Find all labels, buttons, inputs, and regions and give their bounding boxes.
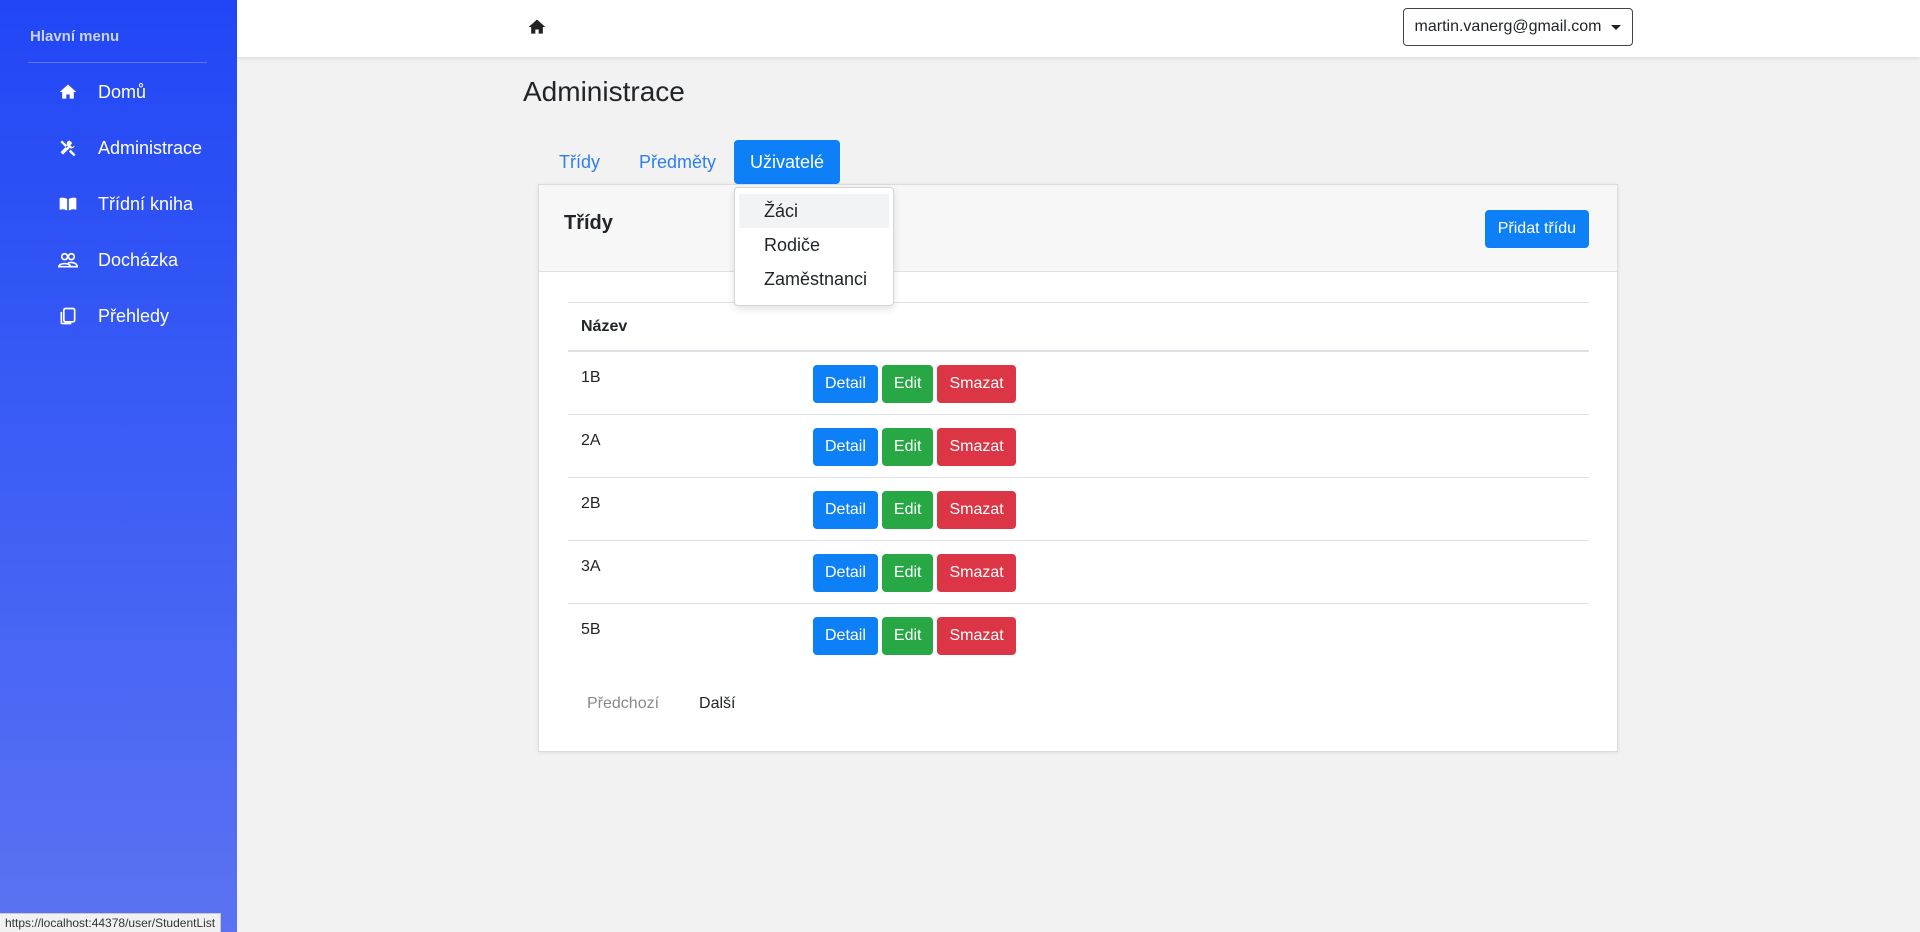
delete-button[interactable]: Smazat	[937, 617, 1016, 655]
edit-button[interactable]: Edit	[881, 428, 934, 466]
class-name: 2B	[581, 495, 601, 512]
edit-button[interactable]: Edit	[881, 617, 934, 655]
detail-button[interactable]: Detail	[813, 554, 878, 592]
column-header-name: Název	[581, 317, 628, 335]
sidebar-item-label: Přehledy	[98, 305, 170, 326]
book-icon	[59, 197, 77, 211]
dropdown-item-zamestnanci[interactable]: Zaměstnanci	[735, 262, 893, 296]
pagination-previous: Předchozí	[587, 695, 660, 712]
card-title: Třídy	[564, 212, 613, 234]
row-actions: Detail Edit Smazat	[813, 554, 1016, 592]
class-name: 1B	[581, 369, 601, 386]
detail-button[interactable]: Detail	[813, 365, 878, 403]
sidebar: Hlavní menu Domů Administrace Třídní kni…	[0, 0, 237, 932]
dropdown-item-zaci[interactable]: Žáci	[739, 194, 889, 228]
detail-button[interactable]: Detail	[813, 428, 878, 466]
sidebar-item-label: Docházka	[98, 249, 179, 270]
top-navbar: martin.vanerg@gmail.com	[237, 0, 1920, 57]
sidebar-item-label: Administrace	[98, 137, 203, 158]
card-header: Třídy Přidat třídu	[539, 185, 1617, 272]
delete-button[interactable]: Smazat	[937, 491, 1016, 529]
sidebar-item-home[interactable]: Domů	[58, 72, 146, 112]
table-row: 3A Detail Edit Smazat	[568, 541, 1589, 604]
detail-button[interactable]: Detail	[813, 617, 878, 655]
table-row: 2B Detail Edit Smazat	[568, 478, 1589, 541]
sidebar-item-administrace[interactable]: Administrace	[58, 128, 202, 168]
row-actions: Detail Edit Smazat	[813, 491, 1016, 529]
sidebar-item-dochazka[interactable]: Docházka	[58, 240, 178, 280]
sidebar-item-prehledy[interactable]: Přehledy	[58, 296, 169, 336]
home-icon	[528, 19, 546, 34]
sidebar-item-tridni-kniha[interactable]: Třídní kniha	[58, 184, 193, 224]
class-name: 3A	[581, 558, 601, 575]
sidebar-title: Hlavní menu	[30, 28, 120, 45]
users-dropdown-menu: Žáci Rodiče Zaměstnanci	[734, 187, 894, 306]
tab-uzivatele[interactable]: Uživatelé	[734, 140, 841, 184]
home-icon	[59, 84, 77, 99]
classes-card: Třídy Přidat třídu Název 1B Detail Edit …	[538, 184, 1618, 752]
sidebar-item-label: Domů	[98, 81, 147, 102]
classes-table: Název 1B Detail Edit Smazat 2A Detail Ed…	[568, 302, 1589, 667]
pagination-next[interactable]: Další	[699, 695, 735, 713]
delete-button[interactable]: Smazat	[937, 554, 1016, 592]
table-row: 2A Detail Edit Smazat	[568, 415, 1589, 478]
class-name: 2A	[581, 432, 601, 449]
class-name: 5B	[581, 621, 601, 638]
home-link[interactable]	[527, 17, 549, 39]
tools-icon	[60, 140, 76, 157]
sidebar-divider	[28, 62, 207, 63]
add-class-button[interactable]: Přidat třídu	[1484, 210, 1589, 248]
page-title: Administrace	[523, 76, 685, 107]
table-row: 1B Detail Edit Smazat	[568, 352, 1589, 415]
table-header: Název	[568, 302, 1589, 352]
tab-predmety[interactable]: Předměty	[623, 140, 732, 184]
edit-button[interactable]: Edit	[881, 365, 934, 403]
delete-button[interactable]: Smazat	[937, 365, 1016, 403]
row-actions: Detail Edit Smazat	[813, 617, 1016, 655]
detail-button[interactable]: Detail	[813, 491, 878, 529]
copy-icon	[60, 307, 76, 325]
browser-status-url: https://localhost:44378/user/StudentList	[0, 913, 222, 932]
tab-tridy[interactable]: Třídy	[543, 140, 616, 184]
edit-button[interactable]: Edit	[881, 491, 934, 529]
user-email: martin.vanerg@gmail.com	[1414, 18, 1602, 35]
sidebar-item-label: Třídní kniha	[98, 193, 194, 214]
dropdown-item-rodice[interactable]: Rodiče	[735, 228, 893, 262]
row-actions: Detail Edit Smazat	[813, 365, 1016, 403]
caret-down-icon	[1611, 24, 1622, 30]
users-icon	[58, 252, 78, 268]
user-dropdown-button[interactable]: martin.vanerg@gmail.com	[1403, 8, 1633, 46]
edit-button[interactable]: Edit	[881, 554, 934, 592]
pagination: Předchozí Další	[587, 695, 736, 713]
row-actions: Detail Edit Smazat	[813, 428, 1016, 466]
table-row: 5B Detail Edit Smazat	[568, 604, 1589, 667]
delete-button[interactable]: Smazat	[937, 428, 1016, 466]
